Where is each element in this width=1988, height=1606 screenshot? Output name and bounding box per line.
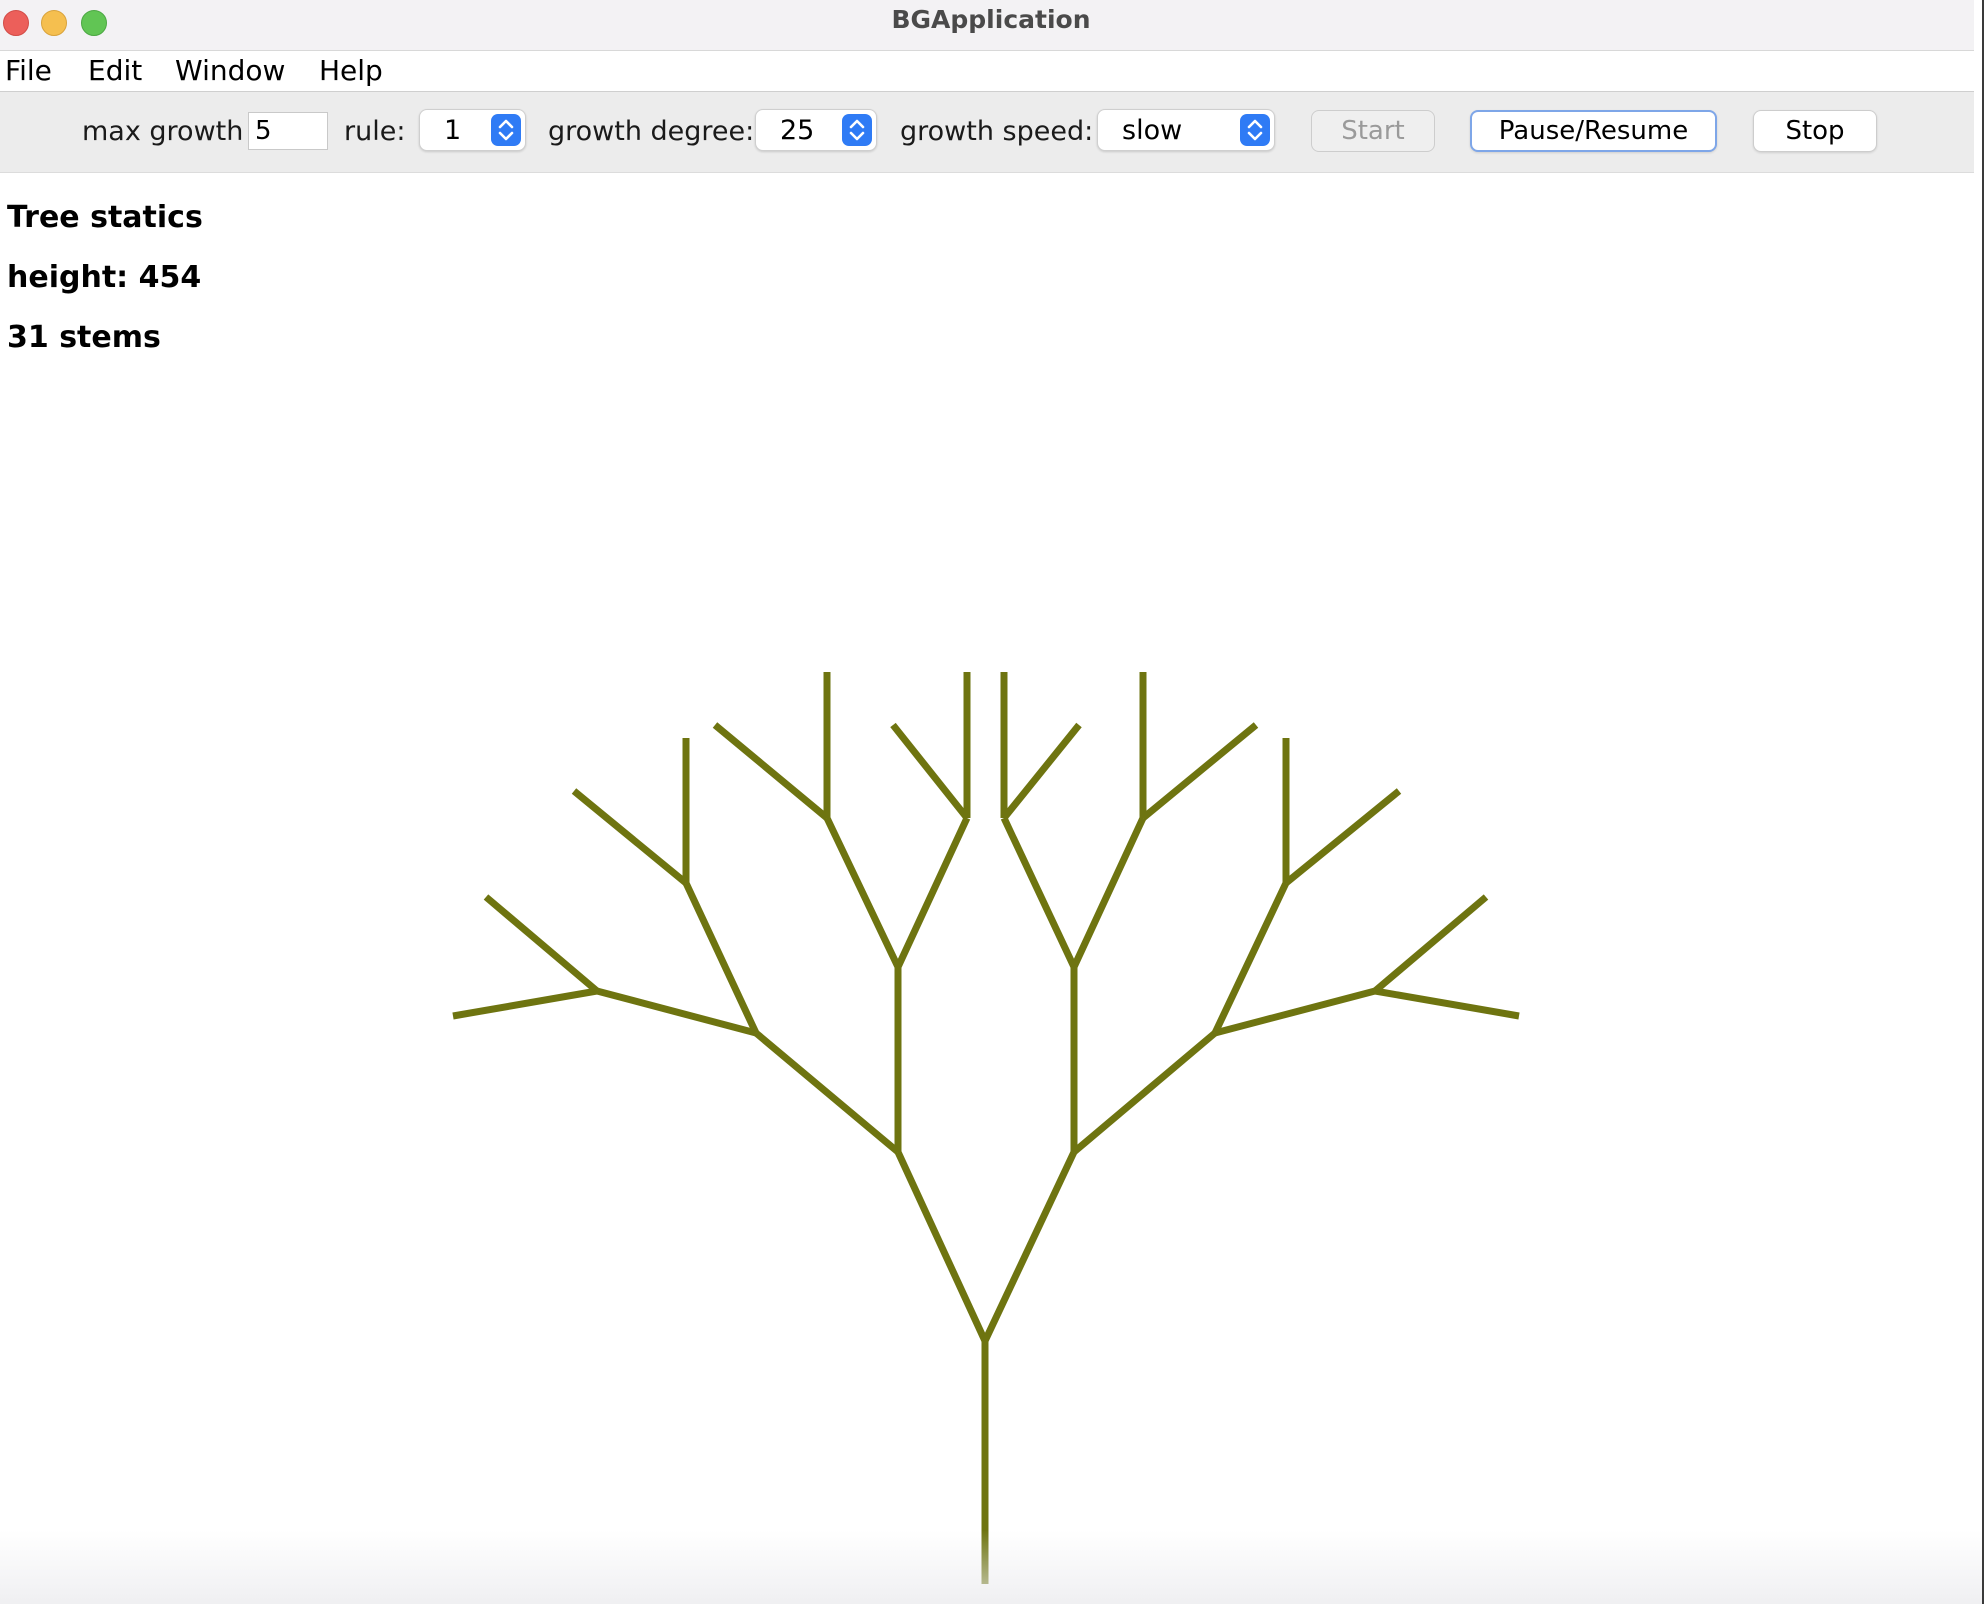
tree-stem [981,1150,1078,1343]
tree-stem [1001,722,1082,821]
window-bottom-shadow [0,1530,1982,1604]
tree-stem [571,788,689,886]
growth-speed-select-value: slow [1122,115,1183,146]
application-window: BGApplication File Edit Window Help max … [0,0,1984,1604]
tree-stem [452,987,598,1020]
select-stepper-icon [491,114,521,146]
fractal-tree [452,672,1520,1584]
window-title: BGApplication [891,5,1091,34]
tree-stem [1140,722,1259,821]
tree-stem [823,816,902,969]
tree-stem [1211,881,1290,1035]
tree-stem [894,1150,989,1343]
tree-stem [1374,987,1520,1020]
rule-label: rule: [344,116,406,147]
growth-speed-select[interactable]: slow [1097,109,1275,151]
growth-speed-label: growth speed: [900,116,1094,147]
start-button[interactable]: Start [1311,110,1435,152]
tree-stem [890,722,970,821]
select-stepper-icon [842,114,872,146]
tree-stem [1000,816,1078,969]
menu-edit[interactable]: Edit [88,54,142,87]
menu-file[interactable]: File [5,54,52,87]
tree-stem [753,1030,901,1155]
max-growth-label: max growth [82,116,244,147]
tree-stem [682,881,760,1035]
menu-help[interactable]: Help [319,54,383,87]
menu-bar: File Edit Window Help [0,51,1982,92]
tree-stem [596,987,757,1037]
tree-stem [1071,1030,1218,1155]
growth-degree-select[interactable]: 25 [755,109,877,151]
growth-degree-label: growth degree: [548,116,755,147]
select-stepper-icon [1240,114,1270,146]
window-border [1974,0,1982,1604]
menu-window[interactable]: Window [175,54,285,87]
tree-stem [1214,987,1376,1037]
tree-stem [1372,894,1489,994]
rule-select-value: 1 [444,115,462,146]
rule-select[interactable]: 1 [419,109,526,151]
title-bar[interactable]: BGApplication [0,0,1982,51]
pause-resume-button[interactable]: Pause/Resume [1470,110,1717,152]
stop-button[interactable]: Stop [1753,110,1877,152]
tree-stem [1070,816,1147,969]
tree-stem [712,722,830,821]
max-growth-input[interactable] [248,112,328,150]
tree-stem [483,894,600,994]
tree-stem [894,816,971,969]
tree-canvas [452,672,1520,1584]
growth-degree-select-value: 25 [780,115,815,146]
control-toolbar: max growth rule: 1 growth degree: 25 gro… [0,92,1982,173]
tree-stem [1283,788,1402,886]
